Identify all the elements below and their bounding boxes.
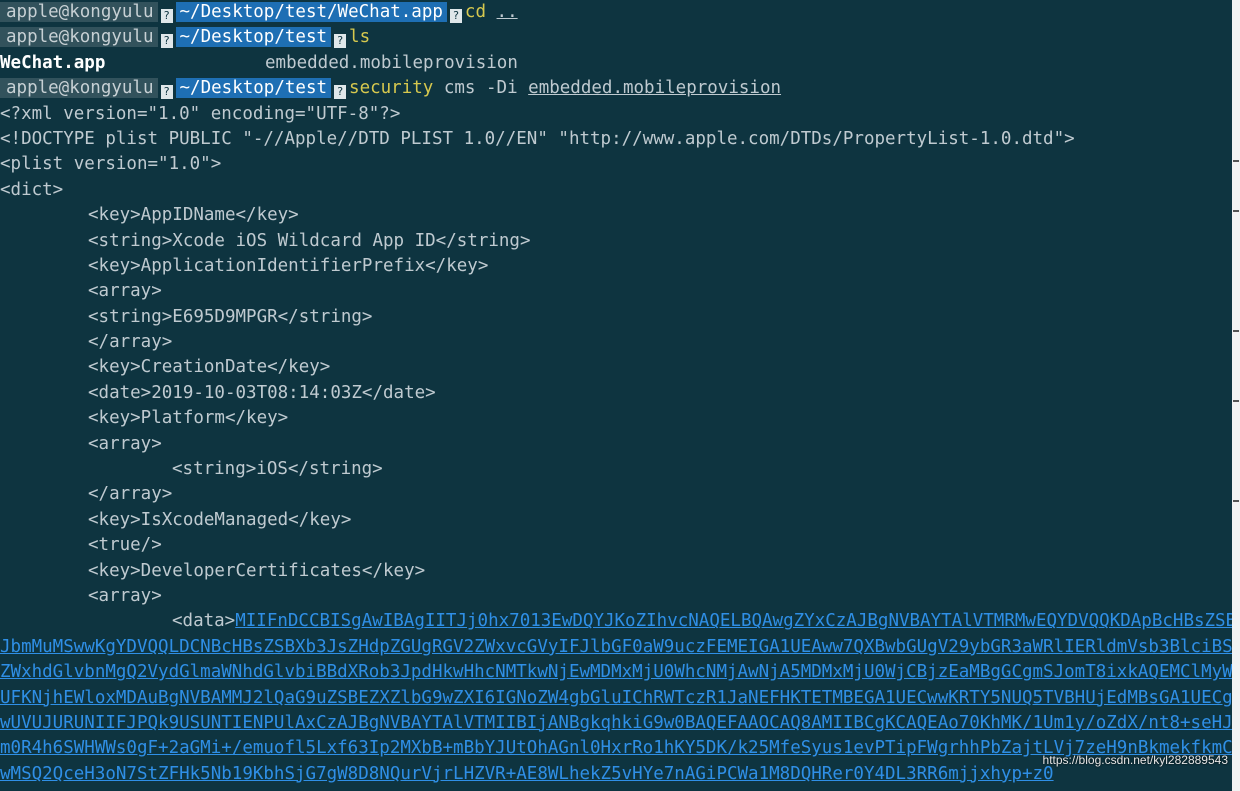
prompt-path: ~/Desktop/test/WeChat.app	[175, 2, 447, 22]
dict-line: </array>	[88, 484, 173, 505]
dict-line: <key>DeveloperCertificates</key>	[88, 560, 426, 581]
data-base64-line: UFKNjhEWloxMDAuBgNVBAMMJ2lQaG9uZSBEZXZlb…	[0, 687, 1232, 708]
ls-output: WeChat.app embedded.mobileprovision	[0, 51, 1232, 76]
prompt-user: apple@kongyulu	[0, 27, 158, 48]
prompt-line: apple@kongyulu? ~/Desktop/test/WeChat.app…	[0, 0, 1232, 25]
terminal-window[interactable]: apple@kongyulu? ~/Desktop/test/WeChat.app…	[0, 0, 1232, 791]
unknown-glyph-icon: ?	[448, 8, 463, 24]
dict-line: <key>IsXcodeManaged</key>	[88, 509, 352, 530]
command-name: cd	[464, 2, 486, 22]
ls-item-app: WeChat.app	[0, 52, 106, 73]
ls-item-provision: embedded.mobileprovision	[265, 52, 518, 73]
dict-line: <key>Platform</key>	[88, 408, 289, 429]
edge-mark	[1233, 500, 1239, 502]
prompt-path: ~/Desktop/test	[175, 27, 332, 48]
dict-line: <key>ApplicationIdentifierPrefix</key>	[88, 255, 489, 276]
xml-plist-open: <plist version="1.0">	[0, 154, 222, 175]
prompt-path: ~/Desktop/test	[175, 78, 332, 99]
dict-line: <true/>	[88, 535, 162, 556]
dict-line: <array>	[88, 433, 162, 454]
dict-line: <key>CreationDate</key>	[88, 357, 331, 378]
xml-declaration: <?xml version="1.0" encoding="UTF-8"?>	[0, 103, 401, 124]
prompt-user: apple@kongyulu	[0, 78, 158, 99]
unknown-glyph-icon: ?	[159, 84, 174, 101]
data-base64-line: ZWxhdGlvbnMgQ2VydGlmaWNhdGlvbiBBdXRob3Jp…	[0, 662, 1232, 683]
command-args: ..	[496, 2, 518, 22]
data-line: <data>MIIFnDCCBISgAwIBAgIITJj0hx7013EwDQ…	[0, 609, 1232, 634]
dict-line: </array>	[88, 332, 173, 353]
command-file-arg: embedded.mobileprovision	[528, 78, 782, 99]
adjacent-window-edge	[1232, 0, 1240, 791]
unknown-glyph-icon: ?	[159, 8, 174, 24]
dict-line: <array>	[88, 585, 162, 606]
dict-line: <string>iOS</string>	[172, 459, 383, 480]
edge-mark	[1233, 330, 1239, 332]
dict-line: <string>E695D9MPGR</string>	[88, 306, 373, 327]
command-name: security	[349, 78, 434, 99]
dict-line: <key>AppIDName</key>	[88, 205, 299, 226]
xml-doctype: <!DOCTYPE plist PUBLIC "-//Apple//DTD PL…	[0, 128, 1075, 149]
edge-mark	[1233, 400, 1239, 402]
unknown-glyph-icon: ?	[159, 33, 174, 50]
edge-mark	[1233, 160, 1239, 162]
data-open-tag: <data>	[172, 611, 236, 632]
edge-mark	[1233, 210, 1239, 212]
xml-dict-open: <dict>	[0, 179, 64, 200]
unknown-glyph-icon: ?	[333, 84, 348, 101]
command-args: cms -Di	[433, 78, 529, 99]
prompt-line: apple@kongyulu? ~/Desktop/test? ls	[0, 25, 1232, 50]
data-base64-first: MIIFnDCCBISgAwIBAgIITJj0hx7013EwDQYJKoZI…	[235, 611, 1232, 632]
command-name: ls	[349, 27, 371, 48]
data-base64-line: JbmMuMSwwKgYDVQQLDCNBcHBsZSBXb3JsZHdpZGU…	[0, 636, 1232, 657]
prompt-line: apple@kongyulu? ~/Desktop/test? security c…	[0, 76, 1232, 101]
dict-line: <string>Xcode iOS Wildcard App ID</strin…	[88, 230, 531, 251]
dict-line: <date>2019-10-03T08:14:03Z</date>	[88, 382, 436, 403]
watermark: https://blog.csdn.net/kyl282889543	[1042, 753, 1228, 767]
unknown-glyph-icon: ?	[333, 33, 348, 50]
dict-line: <array>	[88, 281, 162, 302]
dict-body: <key>AppIDName</key> <string>Xcode iOS Wi…	[0, 203, 1232, 609]
data-base64-line: wUVUJURUNIIFJPQk9USUNTIENPUlAxCzAJBgNVBA…	[0, 712, 1232, 733]
prompt-user: apple@kongyulu	[0, 2, 158, 22]
